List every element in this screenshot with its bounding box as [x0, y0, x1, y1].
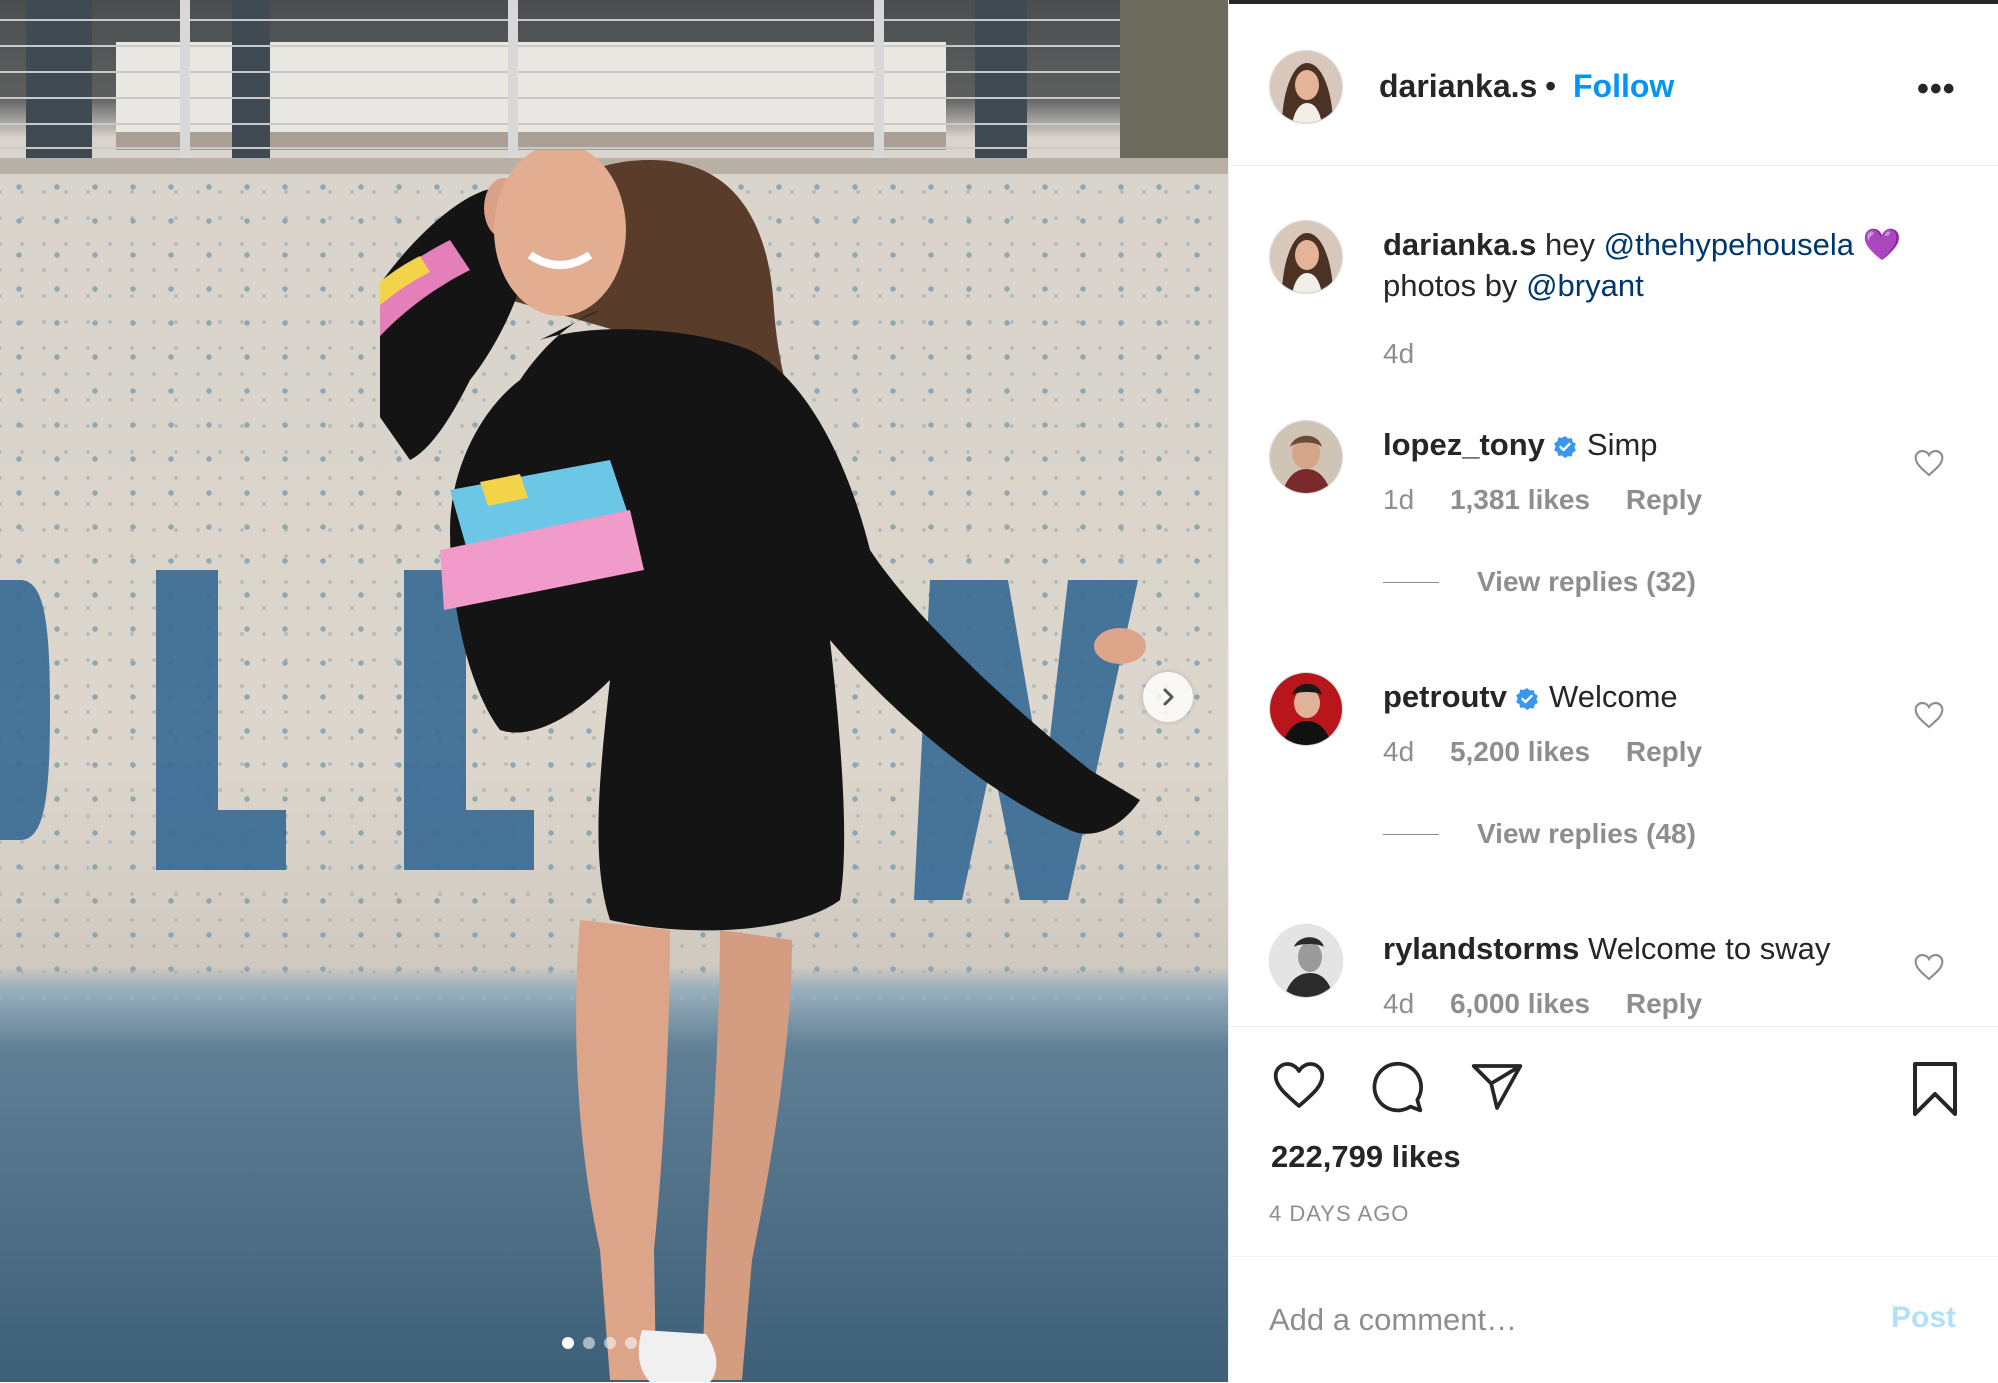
comment-body: Welcome to sway: [1588, 931, 1831, 966]
comment-likes[interactable]: 6,000 likes: [1450, 988, 1590, 1019]
view-replies-button[interactable]: View replies (48): [1383, 818, 1696, 850]
view-replies-label: View replies (32): [1477, 566, 1696, 597]
heart-icon[interactable]: [1913, 448, 1945, 478]
caption-text: darianka.s hey @thehypehousela 💜 photos …: [1383, 224, 1943, 306]
comment-meta: 4d 5,200 likes Reply: [1383, 736, 1730, 768]
action-bar: 222,799 likes 4 DAYS AGO: [1229, 1026, 1998, 1257]
heart-icon[interactable]: [1271, 1059, 1327, 1111]
post-details-panel: darianka.s • Follow ••• darianka.s hey @…: [1228, 0, 1998, 1382]
comment-likes[interactable]: 1,381 likes: [1450, 484, 1590, 515]
commenter-avatar[interactable]: [1269, 420, 1343, 494]
author-avatar[interactable]: [1269, 50, 1343, 124]
replies-divider: [1383, 833, 1439, 835]
comment-composer: Post: [1229, 1256, 1998, 1383]
photo-railing: [0, 0, 1228, 160]
post-comment-button[interactable]: Post: [1891, 1301, 1956, 1335]
commenter-avatar[interactable]: [1269, 672, 1343, 746]
commenter-avatar[interactable]: [1269, 924, 1343, 998]
comment-body: Welcome: [1549, 679, 1678, 714]
bookmark-icon[interactable]: [1909, 1059, 1961, 1119]
reply-button[interactable]: Reply: [1626, 484, 1702, 515]
carousel-indicator: [562, 1337, 637, 1349]
carousel-dot: [562, 1337, 574, 1349]
comment-meta: 4d 6,000 likes Reply: [1383, 988, 1730, 1020]
heart-icon[interactable]: [1913, 952, 1945, 982]
verified-icon: [1516, 687, 1538, 710]
comment-icon[interactable]: [1369, 1059, 1425, 1115]
comment-body: Simp: [1586, 427, 1658, 462]
comment-meta: 1d 1,381 likes Reply: [1383, 484, 1730, 516]
verified-icon: [1554, 435, 1576, 458]
more-icon[interactable]: •••: [1917, 70, 1956, 109]
caption-username[interactable]: darianka.s: [1383, 227, 1536, 262]
header-separator: •: [1545, 68, 1557, 104]
post-photo[interactable]: [0, 0, 1228, 1382]
comment-time[interactable]: 4d: [1383, 736, 1414, 767]
like-count[interactable]: 222,799 likes: [1271, 1139, 1461, 1175]
comments-list[interactable]: darianka.s hey @thehypehousela 💜 photos …: [1229, 166, 1998, 1026]
view-replies-label: View replies (48): [1477, 818, 1696, 849]
post-header: darianka.s • Follow •••: [1229, 0, 1998, 166]
caption-mention-hypehouse[interactable]: @thehypehousela: [1604, 227, 1854, 262]
comment-text: petroutv Welcome: [1383, 676, 1943, 717]
caption-line2-prefix: photos by: [1383, 268, 1518, 303]
carousel-dot: [583, 1337, 595, 1349]
carousel-dot: [604, 1337, 616, 1349]
comment-username[interactable]: lopez_tony: [1383, 427, 1545, 462]
author-username[interactable]: darianka.s: [1379, 68, 1537, 105]
caption-time[interactable]: 4d: [1383, 338, 1414, 369]
view-replies-button[interactable]: View replies (32): [1383, 566, 1696, 598]
comment-username[interactable]: rylandstorms: [1383, 931, 1579, 966]
photo-subject: [380, 150, 1146, 1382]
comment-text: lopez_tony Simp: [1383, 424, 1943, 465]
caption-meta: 4d: [1383, 338, 1442, 370]
caption-mention-bryant[interactable]: @bryant: [1526, 268, 1644, 303]
comment-username[interactable]: petroutv: [1383, 679, 1507, 714]
purple-heart-emoji: 💜: [1862, 227, 1902, 262]
share-icon[interactable]: [1469, 1059, 1525, 1115]
next-slide-button[interactable]: [1143, 672, 1193, 722]
comment-likes[interactable]: 5,200 likes: [1450, 736, 1590, 767]
carousel-dot: [625, 1337, 637, 1349]
comment-input[interactable]: [1267, 1297, 1831, 1343]
comment-time[interactable]: 4d: [1383, 988, 1414, 1019]
reply-button[interactable]: Reply: [1626, 988, 1702, 1019]
caption-prefix: hey: [1545, 227, 1595, 262]
post-timestamp: 4 DAYS AGO: [1269, 1201, 1410, 1226]
chevron-right-icon: [1163, 688, 1174, 706]
heart-icon[interactable]: [1913, 700, 1945, 730]
comment-text: rylandstorms Welcome to sway: [1383, 928, 1943, 969]
reply-button[interactable]: Reply: [1626, 736, 1702, 767]
comment-time[interactable]: 1d: [1383, 484, 1414, 515]
replies-divider: [1383, 581, 1439, 583]
caption-avatar[interactable]: [1269, 220, 1343, 294]
follow-button[interactable]: Follow: [1573, 68, 1674, 105]
